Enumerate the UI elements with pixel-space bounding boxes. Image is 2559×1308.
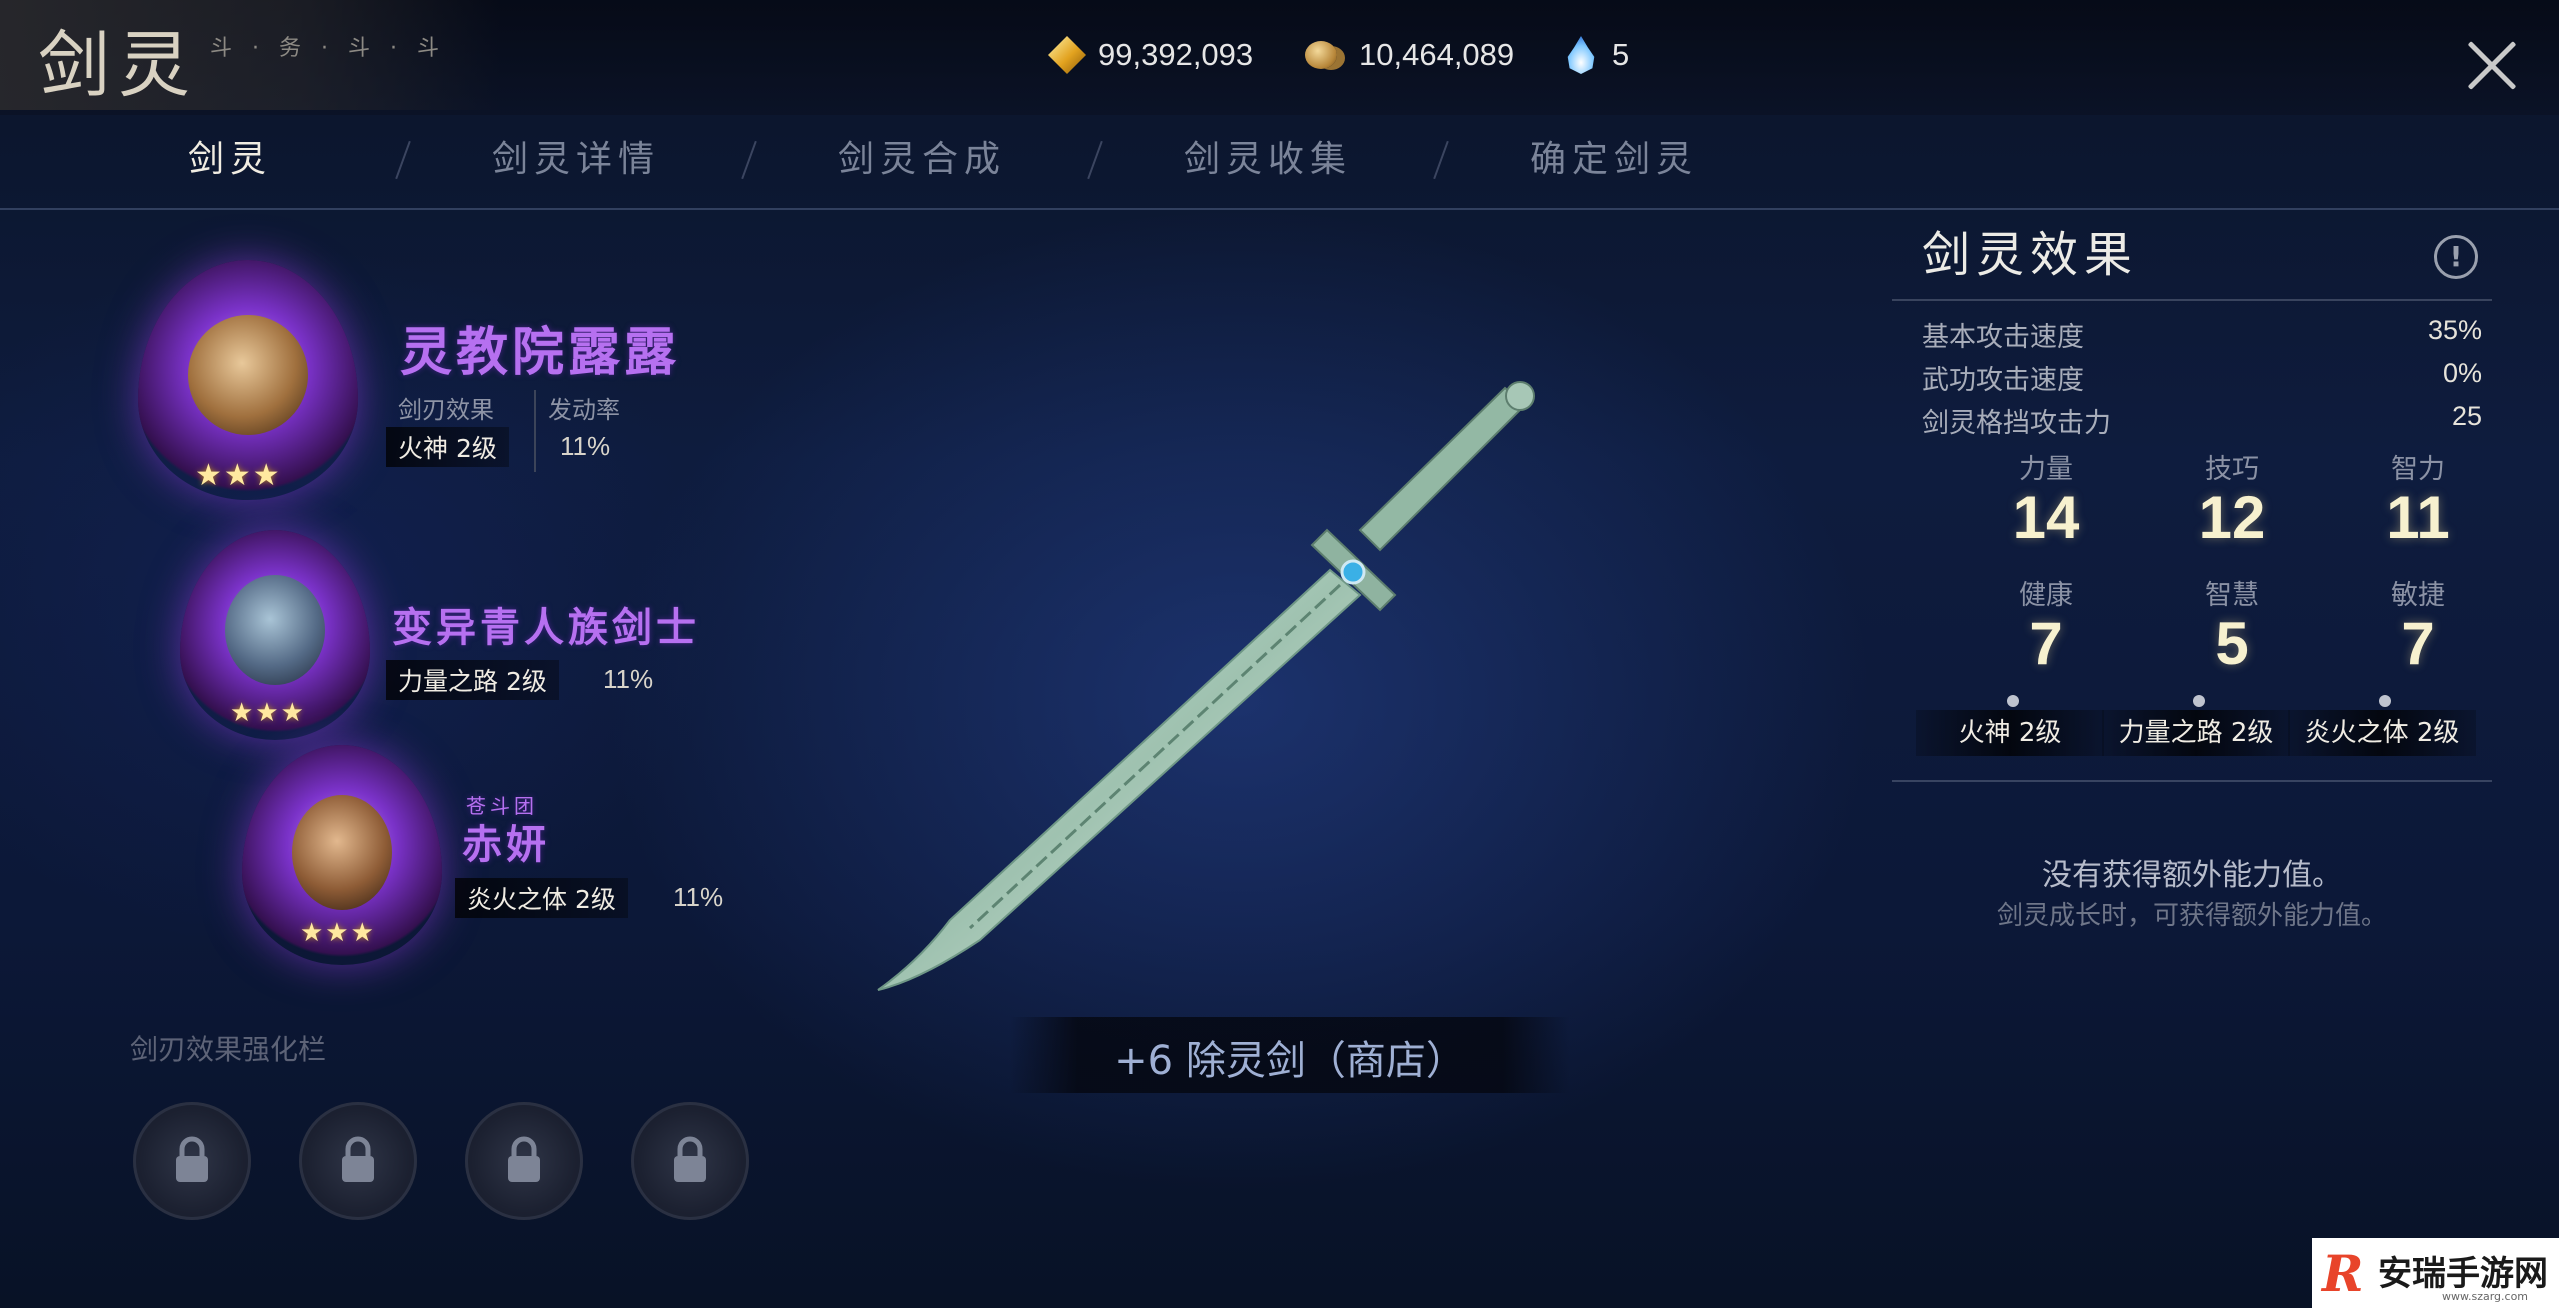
attr-label: 力量 [2019,454,2073,485]
attr-value: 11 [2386,484,2450,551]
stat-value: 0% [2442,358,2482,388]
lock-icon [342,1136,374,1182]
spirit-face [188,315,308,435]
effect-tag: 火神 2级 [1916,710,2104,756]
currency-flame: 5 [1562,33,1629,77]
spirit-stars: ★★★ [230,698,306,728]
attr-value: 7 [2401,610,2435,677]
tab-spirit-synthesis[interactable]: 剑灵合成 [838,130,1006,182]
attr-value: 7 [2029,610,2063,677]
enhance-slot-4[interactable] [631,1102,749,1220]
sword-pommel [1505,381,1535,411]
spirit-name: 赤妍 [462,821,550,868]
attr-label: 健康 [2019,580,2073,611]
enhance-slot-3[interactable] [465,1102,583,1220]
tab-separator [1433,140,1449,180]
lock-icon [176,1136,208,1182]
tab-divider [0,208,2559,210]
sword-gem [1340,559,1366,585]
tab-spirit-details[interactable]: 剑灵详情 [492,130,660,182]
panel-divider [1892,780,2492,782]
currency-coin-value: 10,464,089 [1359,37,1515,72]
effect-knob-icon [2007,695,2019,707]
watermark-brand: 安瑞手游网 [2378,1254,2548,1294]
title-subtitle: 斗·务·斗·斗 [210,36,459,61]
attr-value: 14 [2012,484,2080,551]
tab-separator [1087,140,1103,180]
sword-name: +6 除灵剑（商店） [1114,1038,1466,1084]
sword-hilt [1358,386,1527,552]
coin-stack-icon [1305,41,1337,69]
tab-confirm-spirit[interactable]: 确定剑灵 [1530,130,1698,182]
enhance-slot-2[interactable] [299,1102,417,1220]
lock-icon [674,1136,706,1182]
currency-coin: 10,464,089 [1305,33,1514,77]
attr-agility: 敏捷 7 [2328,573,2508,676]
stat-label: 剑灵格挡攻击力 [1922,408,2111,439]
stat-row: 基本攻击速度 35% [1922,315,2482,354]
spirit-rate: 11% [603,664,654,694]
watermark-url: www.szarg.com [2442,1290,2529,1303]
currency-gold: 99,392,093 [1048,33,1253,77]
attr-label: 智力 [2391,454,2445,485]
stat-value: 25 [2451,401,2482,431]
effect-tag: 力量之路 2级 [2102,710,2290,756]
no-extra-message: 没有获得额外能力值。 [2042,858,2342,893]
stat-row: 剑灵格挡攻击力 25 [1922,401,2482,440]
enhance-slot-1[interactable] [133,1102,251,1220]
attr-intellect: 智力 11 [2328,447,2508,550]
spirit-face [292,795,392,910]
effect-tag: 炎火之体 2级 [2288,710,2476,756]
panel-title: 剑灵效果 [1922,227,2139,283]
info-icon[interactable]: ! [2434,235,2478,279]
tab-spirit-collection[interactable]: 剑灵收集 [1184,130,1352,182]
spirit-rate: 11% [560,431,611,461]
attr-skill: 技巧 12 [2142,447,2322,550]
sword-image[interactable] [860,380,1580,1000]
no-extra-hint: 剑灵成长时，可获得额外能力值。 [1996,901,2387,931]
close-button[interactable] [2462,36,2522,96]
lock-icon [508,1136,540,1182]
effect-knob-icon [2379,695,2391,707]
column-divider [534,390,536,472]
page-title: 剑灵 [38,23,199,107]
attr-value: 12 [2198,484,2266,551]
attr-label: 敏捷 [2391,580,2445,611]
watermark-logo-mark: R [2322,1244,2364,1303]
tab-spirit[interactable]: 剑灵 [188,130,272,182]
stat-row: 武功攻击速度 0% [1922,358,2482,397]
attr-value: 5 [2215,610,2249,677]
rate-header: 发动率 [548,396,620,424]
site-watermark: R 安瑞手游网 www.szarg.com [2312,1238,2559,1308]
stat-label: 基本攻击速度 [1922,322,2084,353]
stat-value: 35% [2427,315,2482,345]
enhance-label: 剑刃效果强化栏 [130,1033,327,1066]
attr-label: 技巧 [2205,454,2259,485]
spirit-face [225,575,325,685]
blue-flame-icon [1567,36,1595,74]
effect-header: 剑刃效果 [398,396,494,424]
spirit-stars: ★★★ [195,458,282,493]
attr-strength: 力量 14 [1956,447,2136,550]
attr-wisdom: 智慧 5 [2142,573,2322,676]
spirit-rate: 11% [673,882,724,912]
spirit-name: 变异青人族剑士 [392,604,700,651]
tab-bar: 剑灵 剑灵详情 剑灵合成 剑灵收集 确定剑灵 [0,120,2559,210]
panel-divider [1892,299,2492,301]
tab-separator [395,140,411,180]
currency-flame-value: 5 [1612,37,1630,72]
spirit-stars: ★★★ [300,918,376,948]
spirit-effect-tag: 力量之路 2级 [386,660,559,700]
stat-label: 武功攻击速度 [1922,365,2084,396]
gold-gem-icon [1048,36,1086,74]
spirit-effect-tag: 炎火之体 2级 [455,878,628,918]
spirit-name: 灵教院露露 [400,322,681,383]
attr-label: 智慧 [2205,580,2259,611]
effect-knob-icon [2193,695,2205,707]
attr-health: 健康 7 [1956,573,2136,676]
tab-separator [741,140,757,180]
spirit-effect-tag: 火神 2级 [386,427,509,467]
currency-gold-value: 99,392,093 [1098,37,1254,72]
